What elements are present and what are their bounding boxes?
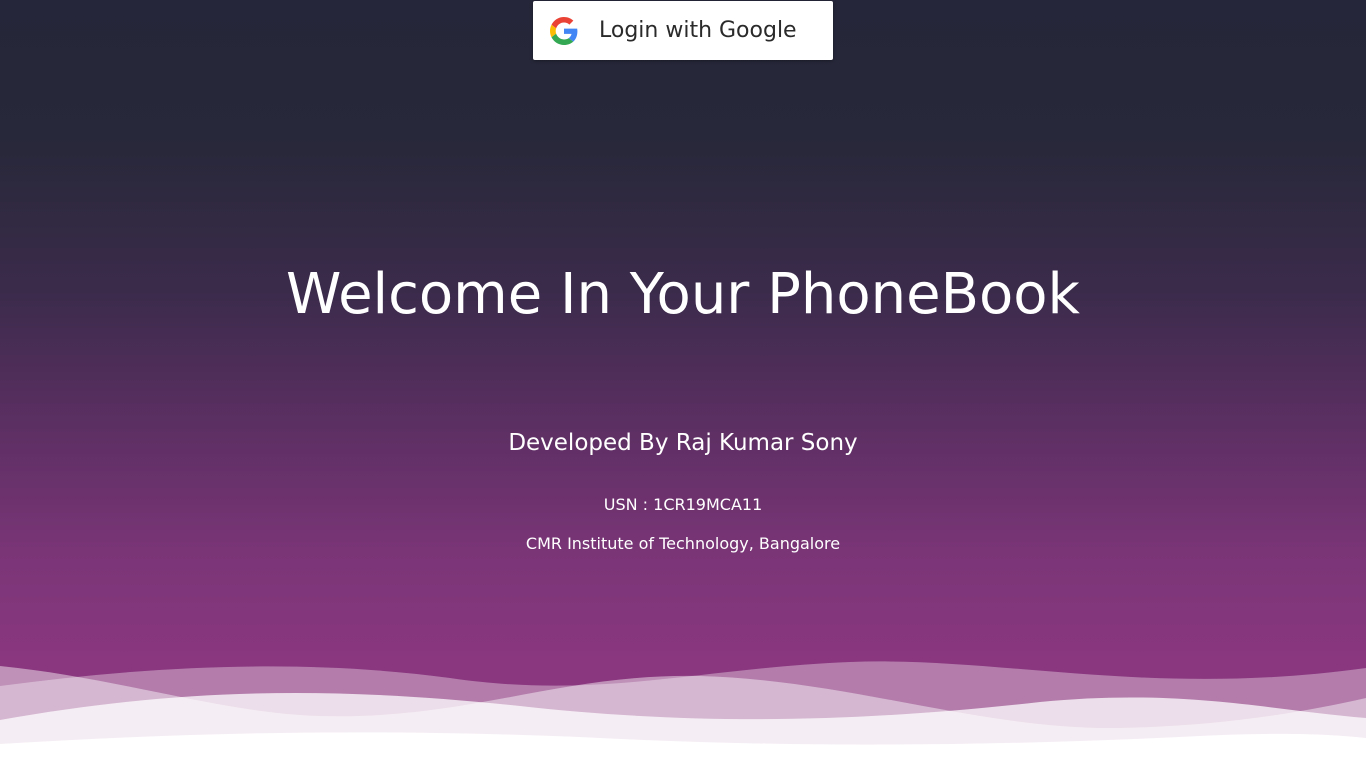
institute-text: CMR Institute of Technology, Bangalore [525,534,841,553]
google-g-logo-icon [550,17,578,45]
usn-text: USN : 1CR19MCA11 [603,495,763,514]
page-title: Welcome In Your PhoneBook [286,262,1080,327]
login-with-google-button[interactable]: Login with Google [533,1,833,60]
login-button-label: Login with Google [599,18,797,43]
developer-credit: Developed By Raj Kumar Sony [508,430,858,456]
decorative-waves [0,661,1366,768]
